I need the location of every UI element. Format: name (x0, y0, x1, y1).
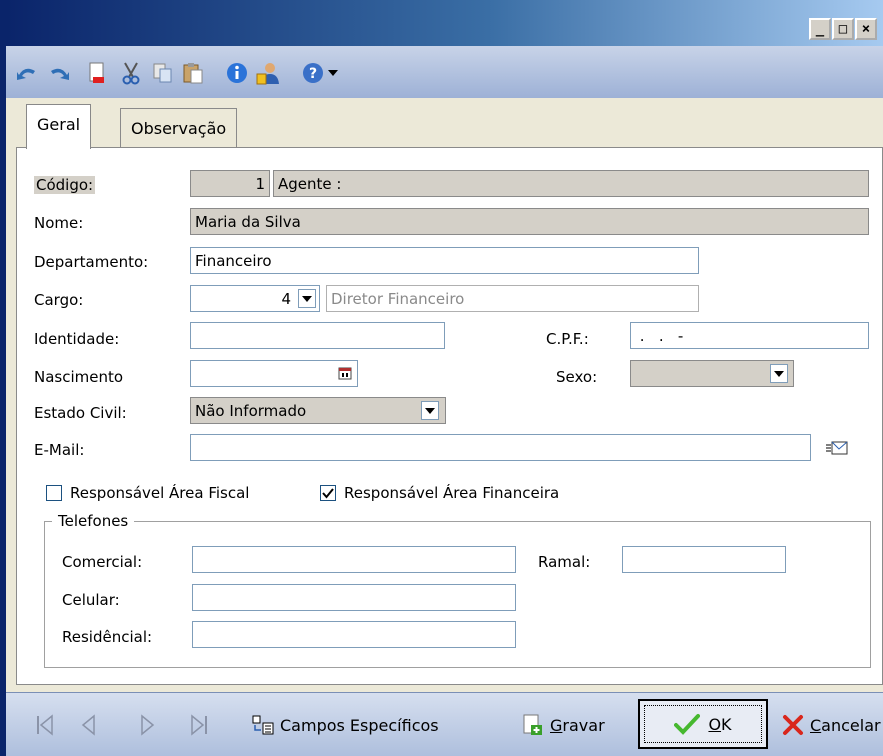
cancelar-button[interactable]: Cancelar (782, 703, 881, 747)
window: _ □ × ? Geral Observação Código: 1 Agent… (0, 0, 883, 756)
tab-strip: Geral Observação (16, 104, 883, 149)
dropdown-arrow-icon[interactable] (326, 60, 340, 86)
ramal-field[interactable] (622, 546, 786, 573)
user-icon[interactable] (256, 60, 282, 86)
info-icon[interactable] (224, 60, 250, 86)
celular-field[interactable] (192, 584, 516, 611)
celular-label: Celular: (62, 591, 120, 609)
copy-icon[interactable] (150, 60, 176, 86)
checkmark-icon (322, 488, 334, 499)
gravar-button[interactable]: Gravar (522, 703, 605, 747)
resp-financeira-label: Responsável Área Financeira (344, 484, 560, 502)
nascimento-field[interactable] (190, 360, 358, 387)
ok-button[interactable]: OK (638, 699, 768, 749)
last-record-icon[interactable] (188, 713, 210, 737)
estado-civil-label: Estado Civil: (34, 404, 127, 422)
gravar-label: Gravar (550, 715, 605, 735)
nome-field[interactable]: Maria da Silva (190, 208, 869, 235)
tab-observacao-label: Observação (131, 119, 227, 138)
nascimento-label: Nascimento (34, 368, 124, 386)
identidade-label: Identidade: (34, 330, 120, 348)
nome-label: Nome: (34, 214, 84, 232)
cancelar-label: Cancelar (810, 715, 881, 735)
tab-geral-label: Geral (37, 115, 81, 134)
first-record-icon[interactable] (34, 713, 56, 737)
email-label: E-Mail: (34, 441, 85, 459)
sexo-label: Sexo: (556, 368, 598, 386)
estado-civil-dropdown-button[interactable] (421, 401, 439, 420)
ramal-label: Ramal: (538, 553, 591, 571)
chevron-down-icon (302, 295, 312, 302)
title-bar: _ □ × (6, 0, 883, 46)
close-button[interactable]: × (855, 18, 877, 40)
send-email-icon[interactable] (826, 439, 848, 457)
resp-fiscal-checkbox[interactable] (46, 485, 62, 501)
cancel-x-icon (783, 715, 803, 735)
new-document-icon[interactable] (84, 60, 110, 86)
estado-civil-select[interactable]: Não Informado (190, 397, 446, 424)
sexo-dropdown-button[interactable] (770, 364, 788, 383)
chevron-down-icon (774, 370, 784, 377)
residencial-label: Residêncial: (62, 628, 153, 646)
redo-icon[interactable] (46, 60, 72, 86)
cargo-label: Cargo: (34, 291, 84, 309)
resp-financeira-checkbox[interactable] (320, 485, 336, 501)
departamento-label: Departamento: (34, 253, 149, 271)
cpf-field[interactable]: . . - (630, 322, 869, 349)
tab-geral[interactable]: Geral (26, 104, 92, 149)
resp-fiscal-label: Responsável Área Fiscal (70, 484, 250, 502)
fields-icon (252, 715, 274, 735)
agente-display: Agente : (273, 170, 869, 197)
comercial-label: Comercial: (62, 553, 143, 571)
identidade-field[interactable] (190, 322, 445, 349)
maximize-button[interactable]: □ (832, 18, 854, 40)
codigo-field: 1 (190, 170, 270, 197)
comercial-field[interactable] (192, 546, 516, 573)
cargo-dropdown-button[interactable] (298, 289, 316, 308)
telefones-legend: Telefones (52, 512, 135, 530)
help-icon[interactable]: ? (300, 60, 326, 86)
svg-text:?: ? (309, 66, 317, 82)
focus-rectangle (644, 705, 762, 743)
cut-icon[interactable] (118, 60, 144, 86)
email-field[interactable] (190, 434, 811, 461)
next-record-icon[interactable] (136, 713, 158, 737)
minimize-button[interactable]: _ (809, 18, 831, 40)
previous-record-icon[interactable] (78, 713, 100, 737)
cpf-label: C.P.F.: (546, 330, 589, 348)
campos-especificos-label: Campos Específicos (280, 715, 439, 735)
chevron-down-icon (425, 407, 435, 414)
tab-observacao[interactable]: Observação (120, 108, 238, 148)
save-icon (523, 714, 542, 735)
undo-icon[interactable] (14, 60, 40, 86)
residencial-field[interactable] (192, 621, 516, 648)
campos-especificos-button[interactable]: Campos Específicos (252, 703, 439, 747)
toolbar: ? (6, 46, 883, 98)
paste-icon[interactable] (180, 60, 206, 86)
calendar-icon[interactable] (338, 366, 352, 380)
cargo-description-field: Diretor Financeiro (326, 285, 699, 312)
departamento-field[interactable]: Financeiro (190, 247, 699, 274)
bottom-bar: Campos Específicos Gravar OK Cancelar (6, 692, 883, 756)
codigo-label: Código: (34, 176, 96, 194)
